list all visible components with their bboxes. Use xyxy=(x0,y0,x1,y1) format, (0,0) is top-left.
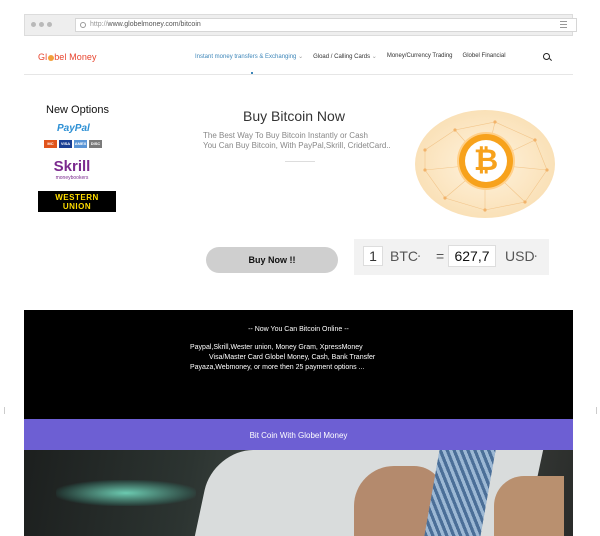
skrill-logo: Skrill moneybookers xyxy=(52,158,92,181)
promo-line2: Visa/Master Card Globel Money, Cash, Ban… xyxy=(209,354,376,361)
site-header: Gl bel Money Instant money transfers & Ex… xyxy=(24,38,573,75)
promo-line1: Paypal,Skrill,Wester union, Money Gram, … xyxy=(190,344,363,351)
main-menu: Instant money transfers & Exchanging ⌄ G… xyxy=(195,53,506,74)
divider xyxy=(285,161,315,162)
from-currency-label: BTC xyxy=(390,248,418,264)
banner: Bit Coin With Globel Money xyxy=(24,419,573,450)
discover-icon: DISC xyxy=(89,140,102,148)
logo-text-end: bel Money xyxy=(54,52,97,62)
edge-mark xyxy=(596,407,597,414)
bitcoin-symbol: ₿ xyxy=(465,140,507,182)
wu-line1: WESTERN xyxy=(55,193,99,202)
usd-result-field[interactable]: 627,7 xyxy=(448,245,496,267)
search-icon[interactable] xyxy=(543,53,550,60)
url-bar[interactable]: http://www.globelmoney.com/bitcoin xyxy=(75,18,577,32)
promo-text: Paypal,Skrill,Wester union, Money Gram, … xyxy=(190,343,375,373)
promo-section: -- Now You Can Bitcoin Online -- Paypal,… xyxy=(24,310,573,419)
dropdown-dot-icon: • xyxy=(418,254,421,261)
browser-bar: http://www.globelmoney.com/bitcoin xyxy=(24,14,577,36)
edge-mark xyxy=(4,407,5,414)
to-currency-label: USD xyxy=(505,248,535,264)
promo-line3: Payaza,Webmoney, or more then 25 payment… xyxy=(190,364,365,371)
menu-icon[interactable] xyxy=(560,21,567,30)
hero-description: The Best Way To Buy Bitcoin Instantly or… xyxy=(203,131,391,151)
window-dots xyxy=(31,22,52,27)
dropdown-dot-icon: • xyxy=(534,254,537,261)
url-domain: www.globelmoney.com/bitcoin xyxy=(107,21,201,28)
amex-icon: AMEX xyxy=(74,140,87,148)
globe-icon xyxy=(80,22,86,28)
photo-glow xyxy=(56,480,196,506)
photo-hand-right xyxy=(494,476,564,536)
logo[interactable]: Gl bel Money xyxy=(38,52,97,62)
page-title: Buy Bitcoin Now xyxy=(243,108,345,124)
options-title: New Options xyxy=(46,104,109,116)
buy-now-button[interactable]: Buy Now !! xyxy=(206,247,338,273)
url-protocol: http:// xyxy=(90,21,108,28)
wu-line2: UNION xyxy=(62,202,92,211)
menu-item-financial[interactable]: Globel Financial xyxy=(463,53,506,60)
menu-label: Globel Financial xyxy=(462,53,506,59)
card-logos: MC VISA AMEX DISC xyxy=(44,140,102,148)
hero-photo xyxy=(24,450,573,536)
menu-label: Gload / Calling Cards xyxy=(313,54,371,60)
from-currency-select[interactable]: BTC• xyxy=(390,248,420,264)
menu-item-currency-trading[interactable]: Money/Currency Trading xyxy=(387,53,453,60)
mastercard-icon: MC xyxy=(44,140,57,148)
currency-converter: 1 BTC• = 627,7 USD• xyxy=(354,239,549,275)
chevron-down-icon: ⌄ xyxy=(371,54,377,60)
promo-heading: -- Now You Can Bitcoin Online -- xyxy=(248,326,349,333)
menu-label: Instant money transfers & Exchanging xyxy=(195,54,297,60)
western-union-logo: WESTERN UNION xyxy=(38,191,116,212)
menu-item-calling-cards[interactable]: Gload / Calling Cards ⌄ xyxy=(313,53,377,60)
btc-amount-input[interactable]: 1 xyxy=(363,246,383,266)
chevron-down-icon: ⌄ xyxy=(298,54,304,60)
to-currency-select[interactable]: USD• xyxy=(505,248,537,264)
logo-text-start: Gl xyxy=(38,52,48,62)
visa-icon: VISA xyxy=(59,140,72,148)
menu-label: Money/Currency Trading xyxy=(386,53,453,59)
menu-item-instant-transfers[interactable]: Instant money transfers & Exchanging ⌄ xyxy=(195,53,304,74)
equals-sign: = xyxy=(436,248,445,264)
bitcoin-icon: ₿ xyxy=(459,134,513,188)
hero-desc-line2: You Can Buy Bitcoin, With PayPal,Skrill,… xyxy=(203,141,391,150)
logo-globe-icon xyxy=(47,55,54,61)
hero-desc-line1: The Best Way To Buy Bitcoin Instantly or… xyxy=(203,131,368,140)
skrill-text: Skrill xyxy=(53,158,91,175)
paypal-logo: PayPal xyxy=(57,123,90,134)
skrill-subtext: moneybookers xyxy=(55,175,89,181)
